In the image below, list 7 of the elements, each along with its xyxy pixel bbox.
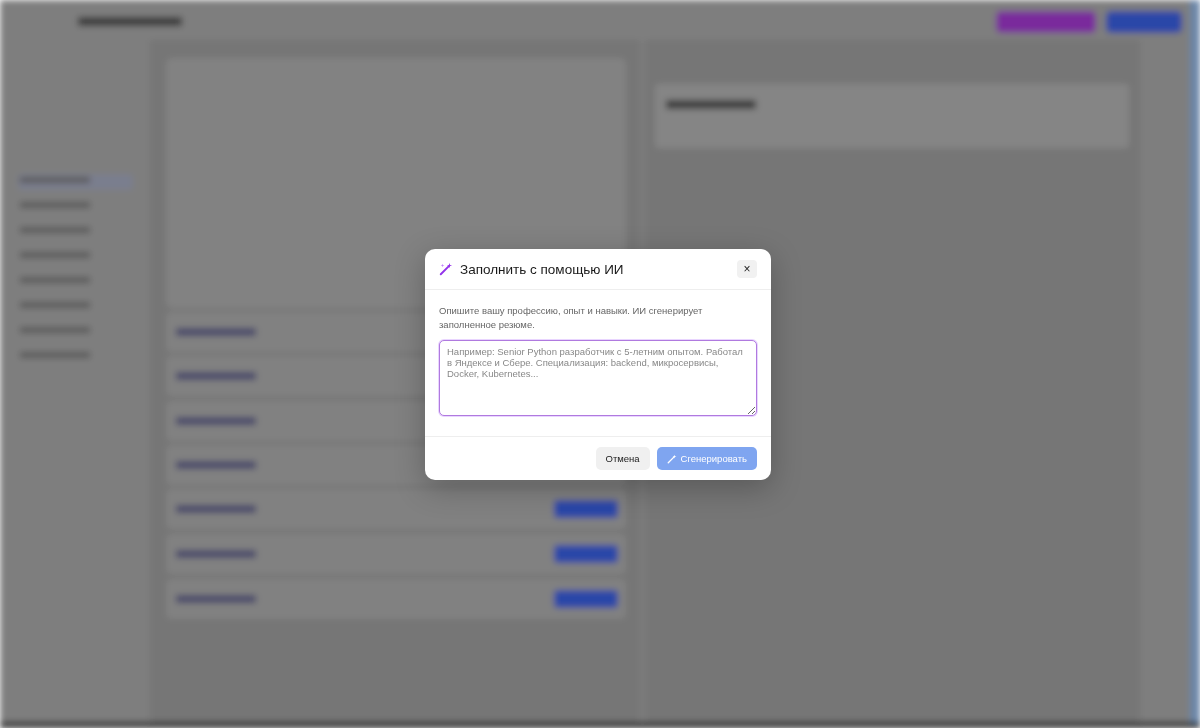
dialog-description: Опишите вашу профессию, опыт и навыки. ИИ сгенерирует заполненное резюме.	[439, 304, 704, 331]
cancel-button[interactable]: Отмена	[595, 447, 650, 470]
magic-wand-icon	[666, 453, 677, 464]
magic-wand-icon	[439, 262, 453, 276]
close-button[interactable]: ×	[737, 260, 757, 278]
dialog-title: Заполнить с помощью ИИ	[460, 261, 625, 277]
prompt-field[interactable]: Например: Senior Python разработчик с 5-летним опытом. Работал в Яндексе и Сбере. Специализация: backend, микросервисы, Docker, Kubernetes...	[439, 340, 757, 416]
